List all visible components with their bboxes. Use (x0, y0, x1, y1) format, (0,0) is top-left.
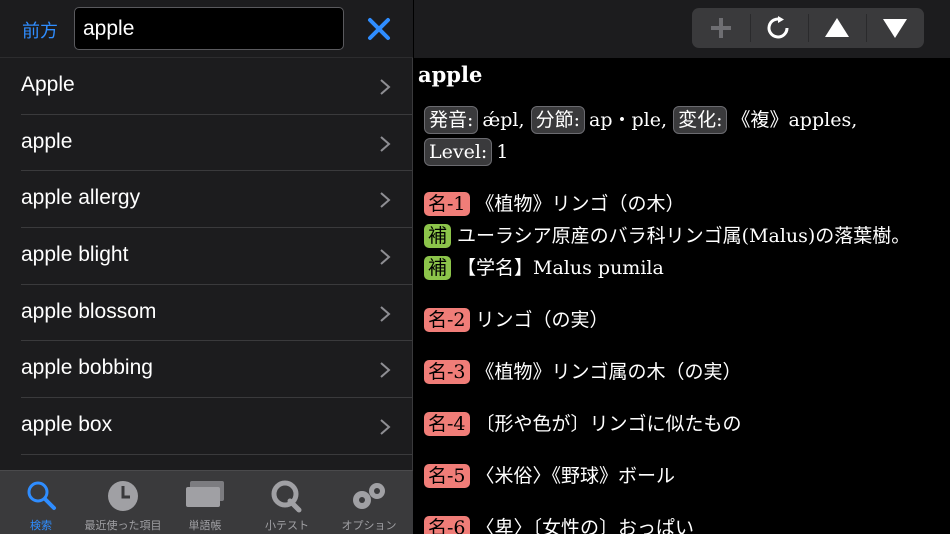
level-tag: Level: (424, 138, 493, 166)
note-line: 補【学名】Malus pumila (424, 252, 948, 284)
chevron-right-icon (380, 135, 391, 152)
sense-tag: 名-6 (424, 516, 470, 534)
result-label: apple blossom (21, 299, 157, 323)
tab-label: 検索 (30, 519, 52, 532)
search-pane: 前方 Apple apple apple allergy apple bligh… (0, 0, 413, 534)
up-triangle-icon (825, 18, 849, 37)
sense-4: 名-4 〔形や色が〕リンゴに似たもの (424, 408, 948, 440)
previous-button[interactable] (808, 8, 866, 48)
tab-quiz[interactable]: 小テスト (246, 471, 328, 534)
down-triangle-icon (883, 19, 907, 38)
add-button[interactable] (692, 8, 750, 48)
sense-text: 〈卑〉〔女性の〕おっぱい (475, 517, 695, 534)
syllable-tag: 分節: (530, 106, 585, 134)
pronunciation-value: ǽpl, (482, 109, 525, 131)
pronunciation-tag: 発音: (424, 106, 479, 134)
tab-bar: 検索 最近使った項目 単語帳 小テスト オプション (0, 470, 413, 534)
sense-5: 名-5 〈米俗〉《野球》ボール (424, 460, 948, 492)
chevron-right-icon (380, 305, 391, 322)
chevron-right-icon (380, 419, 391, 435)
chevron-right-icon (380, 79, 391, 95)
result-label: apple bobbing (21, 356, 153, 380)
refresh-icon (767, 16, 789, 39)
search-icon (27, 481, 56, 510)
sense-tag: 名-2 (424, 308, 470, 332)
inflection-tag: 変化: (673, 106, 728, 134)
sense-1: 名-1 《植物》リンゴ（の木） (424, 188, 948, 220)
chevron-right-icon (380, 249, 391, 265)
results-list: Apple apple apple allergy apple blight a… (0, 58, 413, 470)
result-row[interactable]: apple allergy (0, 171, 413, 229)
tab-search[interactable]: 検索 (0, 471, 82, 534)
tab-label: 単語帳 (188, 519, 222, 532)
note-text: ユーラシア原産のバラ科リンゴ属(Malus)の落葉樹。 (457, 225, 911, 247)
search-mode-button[interactable]: 前方 (22, 17, 58, 43)
sense-6: 名-6 〈卑〉〔女性の〕おっぱい (424, 512, 948, 534)
level-line: Level: 1 (424, 136, 948, 168)
result-row[interactable]: apple blossom (0, 285, 413, 342)
syllable-value: ap・ple, (589, 109, 668, 131)
sense-text: 《植物》リンゴ（の木） (475, 193, 685, 215)
sense-2: 名-2 リンゴ（の実） (424, 304, 948, 336)
sense-tag: 名-3 (424, 360, 470, 384)
plus-icon (711, 18, 731, 38)
result-row[interactable]: apple (0, 115, 413, 172)
quiz-icon (271, 480, 302, 513)
result-label: apple (21, 129, 73, 153)
divider (21, 453, 413, 455)
refresh-button[interactable] (750, 8, 808, 48)
entry-toolbar (414, 0, 950, 58)
next-button[interactable] (866, 8, 924, 48)
tab-label: オプション (341, 519, 397, 532)
tab-label: 最近使った項目 (84, 519, 162, 532)
gear-icon (353, 483, 385, 509)
sense-text: リンゴ（の実） (475, 309, 609, 331)
tab-recent[interactable]: 最近使った項目 (82, 471, 164, 534)
note-line: 補ユーラシア原産のバラ科リンゴ属(Malus)の落葉樹。 (424, 220, 948, 252)
inflection-value: 《複》apples, (731, 109, 858, 131)
search-bar: 前方 (0, 0, 413, 58)
tab-options[interactable]: オプション (328, 471, 410, 534)
search-input[interactable] (74, 7, 344, 50)
result-row[interactable]: apple blight (0, 228, 413, 285)
chevron-right-icon (380, 362, 391, 379)
sense-text: 〈米俗〉《野球》ボール (475, 465, 676, 487)
toolbar-button-group (692, 8, 924, 48)
entry-pane: apple 発音: ǽpl, 分節: ap・ple, 変化: 《複》apples, L… (414, 0, 950, 534)
result-label: Apple (21, 73, 75, 96)
pronunciation-line: 発音: ǽpl, 分節: ap・ple, 変化: 《複》apples, (424, 104, 948, 136)
sense-tag: 名-4 (424, 412, 470, 436)
sense-3: 名-3 《植物》リンゴ属の木（の実） (424, 356, 948, 388)
sense-tag: 名-1 (424, 192, 470, 216)
chevron-right-icon (380, 192, 391, 209)
result-row[interactable]: apple box (0, 398, 413, 455)
note-tag: 補 (424, 224, 452, 248)
headword: apple (418, 62, 483, 87)
sense-text: 《植物》リンゴ属の木（の実） (475, 361, 742, 383)
result-label: apple blight (21, 243, 129, 267)
clock-icon (108, 481, 138, 511)
tab-wordbook[interactable]: 単語帳 (164, 471, 246, 534)
sense-tag: 名-5 (424, 464, 470, 488)
clear-icon[interactable] (362, 12, 396, 46)
result-row[interactable]: Apple (0, 58, 413, 115)
result-label: apple box (21, 413, 113, 437)
entry-body: 発音: ǽpl, 分節: ap・ple, 変化: 《複》apples, Level: 1… (424, 104, 948, 534)
sense-text: 〔形や色が〕リンゴに似たもの (475, 413, 742, 435)
result-row[interactable]: apple bobbing (0, 341, 413, 399)
level-value: 1 (496, 141, 509, 163)
note-text: 【学名】Malus pumila (457, 257, 664, 279)
note-tag: 補 (424, 256, 452, 280)
result-label: apple allergy (21, 186, 141, 210)
cards-icon (186, 481, 224, 507)
tab-label: 小テスト (265, 519, 309, 532)
